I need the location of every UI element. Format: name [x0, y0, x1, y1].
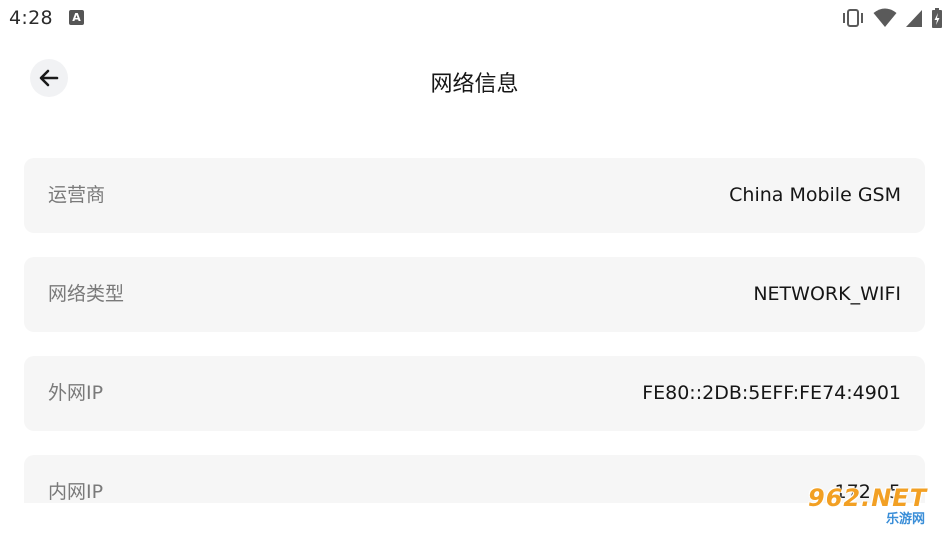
cell-signal-icon: [905, 8, 923, 28]
network-type-label: 网络类型: [48, 283, 125, 305]
local-ip-label: 内网IP: [48, 481, 104, 503]
public-ip-label: 外网IP: [48, 382, 104, 404]
public-ip-value: FE80::2DB:5EFF:FE74:4901: [642, 382, 901, 404]
row-network-type: 网络类型 NETWORK_WIFI: [24, 257, 925, 332]
watermark-logo: 962.NET 乐游网: [808, 482, 944, 530]
carrier-label: 运营商: [48, 184, 106, 206]
page-title: 网络信息: [430, 72, 519, 97]
wifi-icon: [873, 8, 897, 28]
status-bar: 4:28 A: [0, 0, 949, 36]
watermark-bottom: 乐游网: [886, 512, 926, 527]
row-carrier: 运营商 China Mobile GSM: [24, 158, 925, 233]
battery-charging-icon: [931, 7, 943, 29]
vibrate-icon: [841, 8, 865, 28]
network-info-list: 运营商 China Mobile GSM 网络类型 NETWORK_WIFI 外…: [24, 158, 925, 503]
row-local-ip: 内网IP 172...5: [24, 455, 925, 503]
carrier-value: China Mobile GSM: [729, 184, 901, 206]
row-public-ip: 外网IP FE80::2DB:5EFF:FE74:4901: [24, 356, 925, 431]
network-type-value: NETWORK_WIFI: [753, 283, 901, 305]
status-time: 4:28: [9, 7, 53, 29]
text-a-icon: A: [69, 10, 84, 25]
system-icons: [841, 7, 943, 29]
